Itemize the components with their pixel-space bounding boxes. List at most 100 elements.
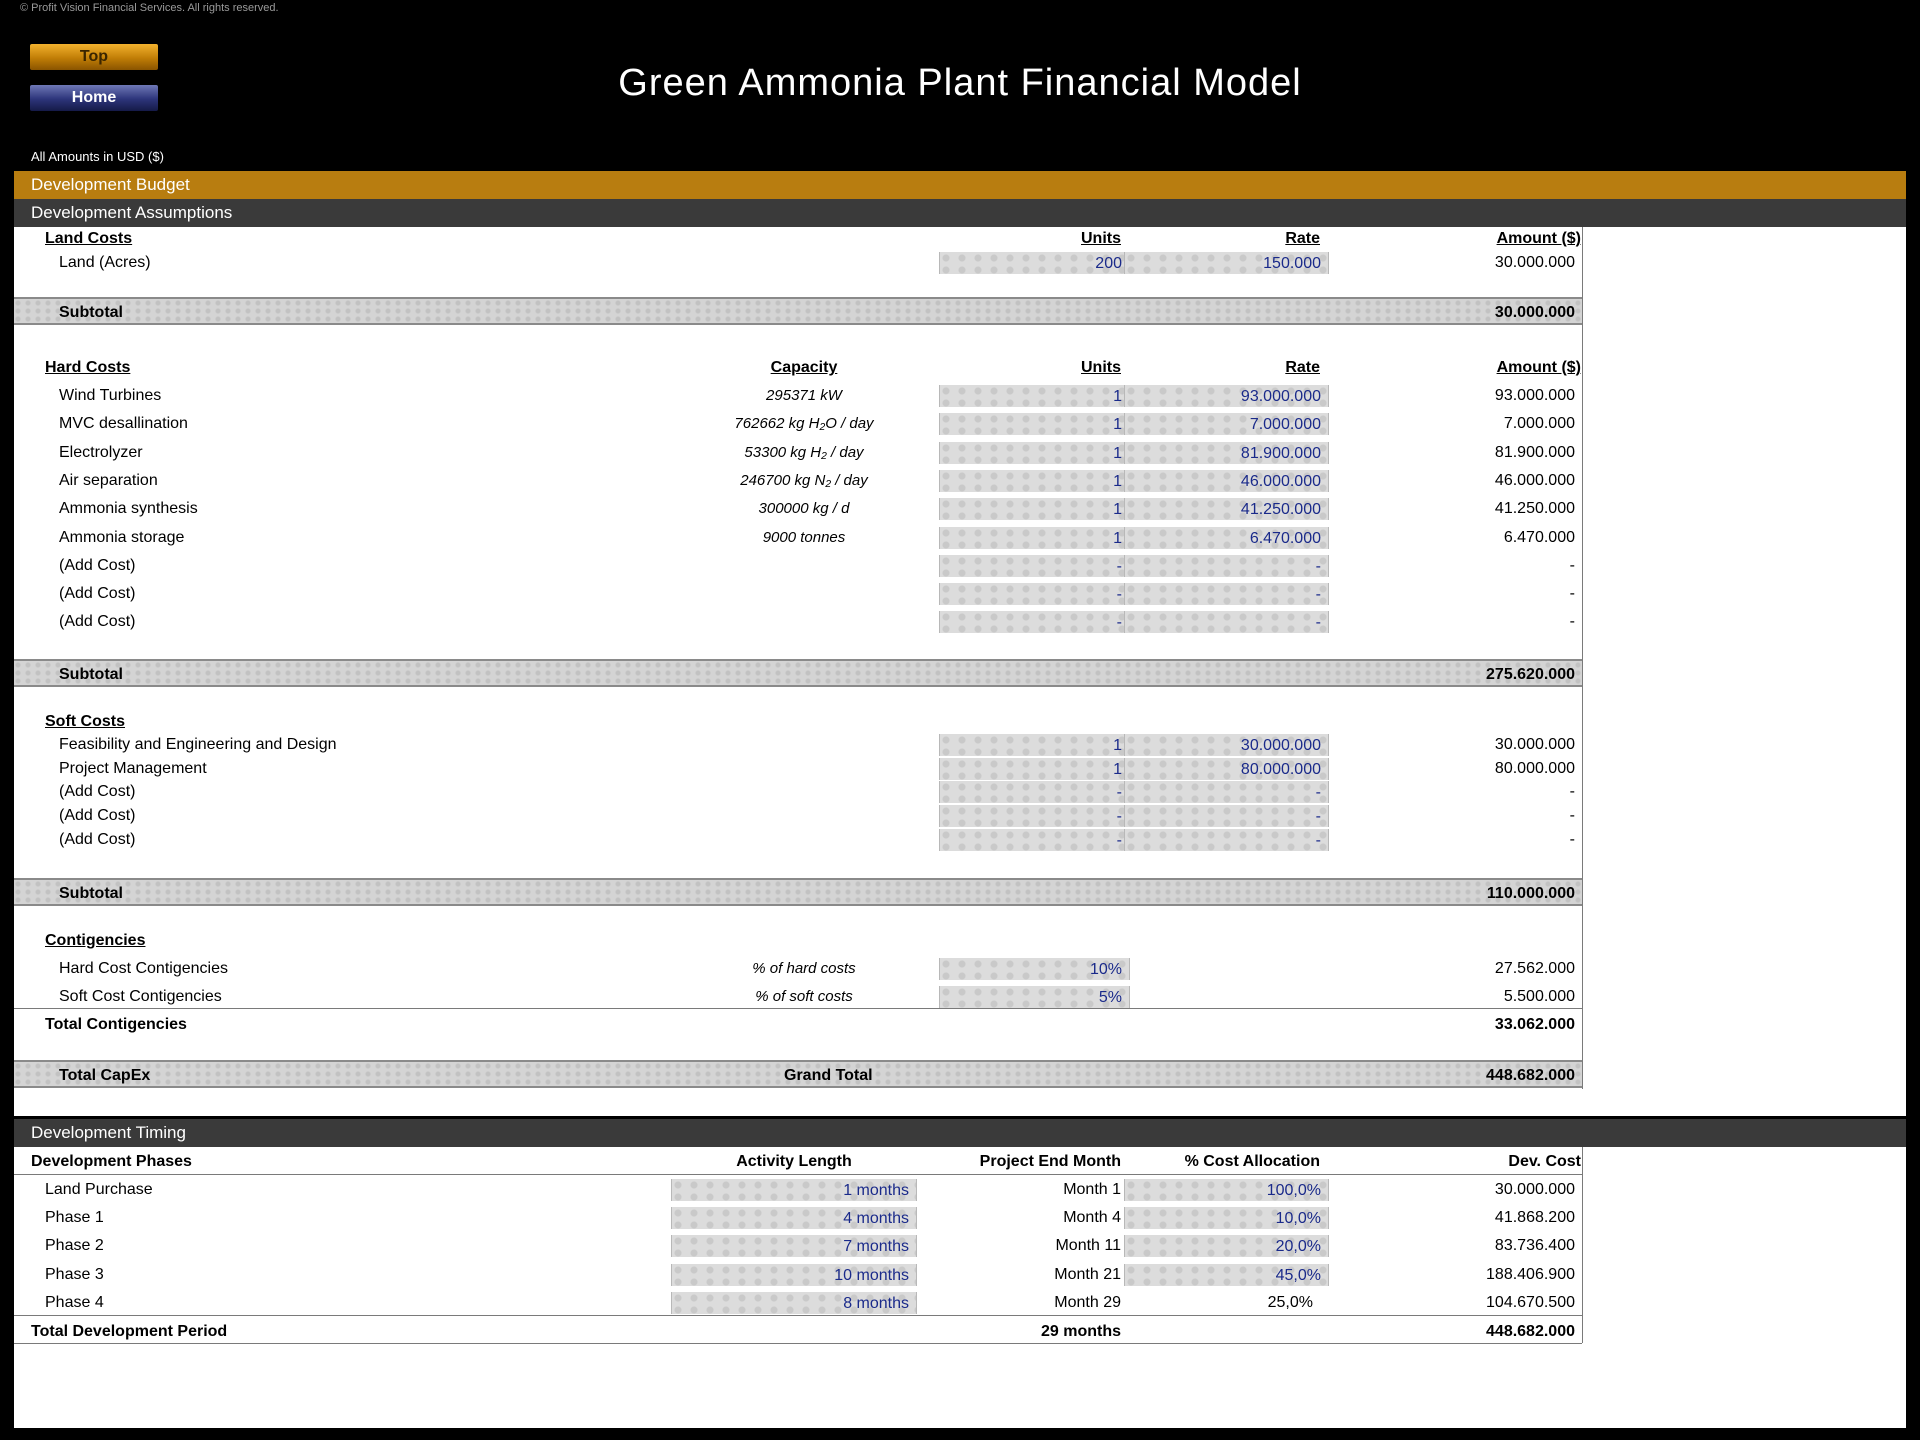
rate-input[interactable]: - bbox=[1124, 805, 1329, 828]
rate-input[interactable]: - bbox=[1124, 583, 1329, 606]
hard-subtotal-row: Subtotal 275.620.000 bbox=[14, 659, 1582, 687]
soft-cost-label: Feasibility and Engineering and Design bbox=[59, 736, 337, 753]
capacity-value: 246700 kg N₂ / day bbox=[740, 471, 868, 489]
hard-costs-heading: Hard Costs bbox=[45, 359, 131, 376]
panel-right-border bbox=[1582, 227, 1583, 1089]
contingencies-header-row: Contigencies bbox=[14, 929, 1582, 953]
subtotal-label: Subtotal bbox=[59, 885, 123, 902]
hard-contingency-pct-input[interactable]: 10% bbox=[939, 958, 1130, 980]
soft-cost-label: Project Management bbox=[59, 759, 207, 777]
dev-cost-value: 30.000.000 bbox=[1494, 1181, 1575, 1198]
hard-cost-row: (Add Cost) - - - bbox=[14, 582, 1582, 606]
rate-input[interactable]: 41.250.000 bbox=[1124, 498, 1329, 521]
activity-length-input[interactable]: 7 months bbox=[671, 1235, 917, 1258]
activity-length-input[interactable]: 1 months bbox=[671, 1179, 917, 1201]
timing-phase-row: Phase 1 4 months Month 4 10,0% 41.868.200 bbox=[14, 1206, 1582, 1230]
hard-cost-row: Ammonia storage 9000 tonnes 1 6.470.000 6.47… bbox=[14, 526, 1582, 550]
soft-cost-row: (Add Cost) - - - bbox=[14, 828, 1582, 852]
units-input[interactable]: 1 bbox=[939, 498, 1130, 521]
divider bbox=[14, 1008, 1582, 1009]
hard-cost-row: Wind Turbines 295371 kW 1 93.000.000 93.000.… bbox=[14, 384, 1582, 408]
land-units-input[interactable]: 200 bbox=[939, 252, 1130, 274]
land-label: Land (Acres) bbox=[59, 254, 151, 271]
development-assumptions-band: Development Assumptions bbox=[14, 199, 1906, 227]
rate-input[interactable]: - bbox=[1124, 611, 1329, 634]
amount-value: - bbox=[1569, 830, 1575, 848]
soft-cost-row: Project Management 1 80.000.000 80.000.000 bbox=[14, 757, 1582, 781]
rate-input[interactable]: - bbox=[1124, 781, 1329, 804]
soft-cost-label: (Add Cost) bbox=[59, 783, 136, 801]
cost-allocation-input[interactable]: 45,0% bbox=[1124, 1263, 1329, 1286]
subtotal-label: Subtotal bbox=[59, 666, 123, 683]
rate-input[interactable]: 7.000.000 bbox=[1124, 413, 1329, 436]
units-input[interactable]: 1 bbox=[939, 757, 1130, 780]
land-costs-heading: Land Costs bbox=[45, 230, 133, 247]
units-input[interactable]: - bbox=[939, 828, 1130, 851]
cost-allocation-input[interactable]: 10,0% bbox=[1124, 1207, 1329, 1230]
rate-input[interactable]: 93.000.000 bbox=[1124, 385, 1329, 407]
rate-input[interactable]: 80.000.000 bbox=[1124, 757, 1329, 780]
soft-cost-row: (Add Cost) - - - bbox=[14, 804, 1582, 828]
rate-input[interactable]: 46.000.000 bbox=[1124, 469, 1329, 492]
development-budget-band: Development Budget bbox=[14, 171, 1906, 199]
project-end-month-header: Project End Month bbox=[979, 1153, 1121, 1170]
divider bbox=[14, 1174, 1582, 1175]
currency-note: All Amounts in USD ($) bbox=[31, 149, 164, 164]
timing-phase-row: Phase 2 7 months Month 11 20,0% 83.736.400 bbox=[14, 1234, 1582, 1258]
phase-label: Land Purchase bbox=[45, 1181, 153, 1198]
cost-allocation-input[interactable]: 20,0% bbox=[1124, 1235, 1329, 1258]
units-input[interactable]: 1 bbox=[939, 526, 1130, 549]
land-rate-input[interactable]: 150.000 bbox=[1124, 252, 1329, 274]
soft-costs-heading: Soft Costs bbox=[45, 713, 125, 730]
activity-length-header: Activity Length bbox=[736, 1153, 852, 1170]
project-end-month: Month 11 bbox=[1055, 1237, 1121, 1255]
hard-cost-label: Ammonia synthesis bbox=[59, 500, 198, 518]
rate-input[interactable]: 30.000.000 bbox=[1124, 734, 1329, 756]
activity-length-input[interactable]: 10 months bbox=[671, 1263, 917, 1286]
hard-cost-label: Electrolyzer bbox=[59, 443, 143, 461]
rate-input[interactable]: 6.470.000 bbox=[1124, 526, 1329, 549]
dev-cost-value: 104.670.500 bbox=[1486, 1293, 1575, 1311]
page-title: Green Ammonia Plant Financial Model bbox=[618, 62, 1302, 104]
rate-input[interactable]: - bbox=[1124, 828, 1329, 851]
rate-input[interactable]: 81.900.000 bbox=[1124, 441, 1329, 464]
land-amount: 30.000.000 bbox=[1494, 254, 1575, 271]
units-header: Units bbox=[1081, 230, 1121, 247]
units-input[interactable]: - bbox=[939, 583, 1130, 606]
rate-input[interactable]: - bbox=[1124, 554, 1329, 577]
units-input[interactable]: 1 bbox=[939, 469, 1130, 492]
contingency-amount: 27.562.000 bbox=[1494, 960, 1575, 977]
units-input[interactable]: - bbox=[939, 611, 1130, 634]
phase-label: Phase 4 bbox=[45, 1293, 104, 1311]
timing-phase-row: Phase 3 10 months Month 21 45,0% 188.406.900 bbox=[14, 1263, 1582, 1287]
soft-contingency-pct-input[interactable]: 5% bbox=[939, 986, 1130, 1008]
divider bbox=[14, 1315, 1582, 1316]
cost-allocation-input[interactable]: 100,0% bbox=[1124, 1179, 1329, 1201]
units-input[interactable]: - bbox=[939, 554, 1130, 577]
hard-cost-label: Wind Turbines bbox=[59, 387, 162, 404]
amount-value: 80.000.000 bbox=[1494, 759, 1575, 777]
project-end-month: Month 1 bbox=[1063, 1181, 1121, 1198]
timing-phase-row: Land Purchase 1 months Month 1 100,0% 30.000… bbox=[14, 1178, 1582, 1202]
capacity-header: Capacity bbox=[770, 359, 838, 376]
activity-length-input[interactable]: 4 months bbox=[671, 1207, 917, 1230]
total-development-period-row: Total Development Period 29 months 448.6… bbox=[14, 1320, 1582, 1344]
contingency-amount: 5.500.000 bbox=[1503, 988, 1575, 1005]
total-contingencies-label: Total Contigencies bbox=[45, 1016, 187, 1033]
units-input[interactable]: 1 bbox=[939, 441, 1130, 464]
hard-cost-row: MVC desallination 762662 kg H₂O / day 1 7.0… bbox=[14, 412, 1582, 436]
hard-subtotal-amount: 275.620.000 bbox=[1486, 666, 1575, 683]
hard-cost-row: Air separation 246700 kg N₂ / day 1 46.000.… bbox=[14, 469, 1582, 493]
units-input[interactable]: 1 bbox=[939, 413, 1130, 436]
hard-cost-label: (Add Cost) bbox=[59, 613, 136, 631]
cost-allocation-header: % Cost Allocation bbox=[1184, 1153, 1320, 1170]
dev-cost-value: 188.406.900 bbox=[1486, 1265, 1575, 1283]
units-input[interactable]: 1 bbox=[939, 385, 1130, 407]
units-input[interactable]: 1 bbox=[939, 734, 1130, 756]
units-input[interactable]: - bbox=[939, 805, 1130, 828]
land-subtotal-amount: 30.000.000 bbox=[1494, 304, 1575, 321]
amount-value: 7.000.000 bbox=[1503, 415, 1575, 433]
activity-length-input[interactable]: 8 months bbox=[671, 1291, 917, 1314]
amount-value: 46.000.000 bbox=[1494, 471, 1575, 489]
units-input[interactable]: - bbox=[939, 781, 1130, 804]
